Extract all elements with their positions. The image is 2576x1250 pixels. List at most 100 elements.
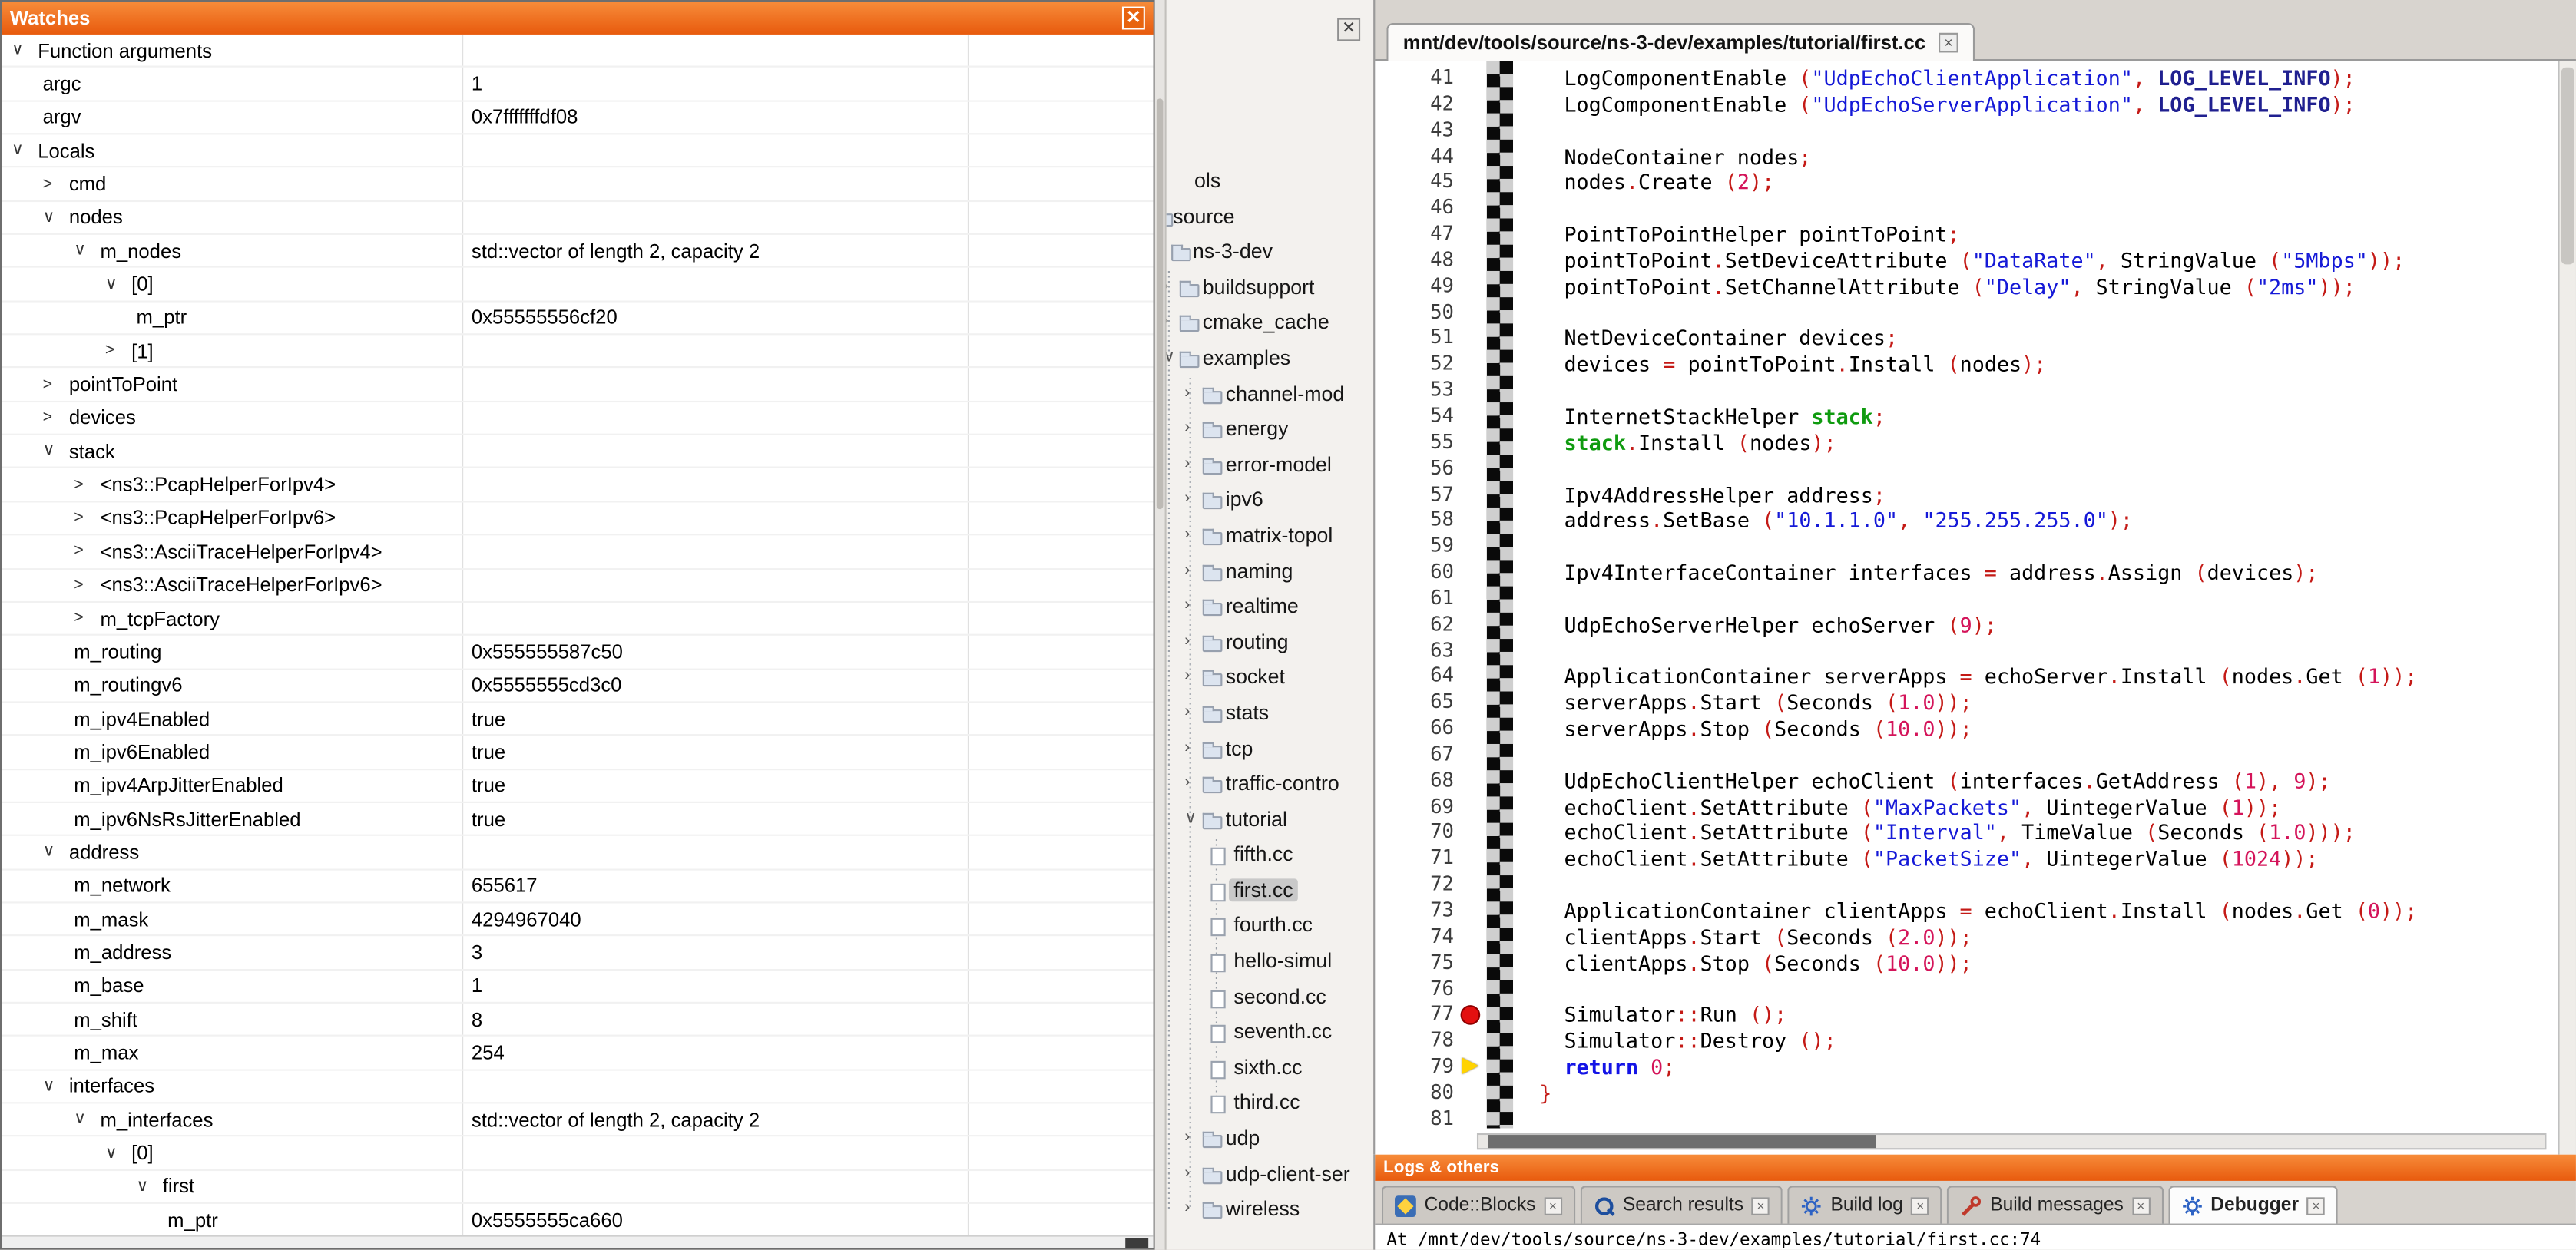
code-line[interactable]: 53 [1375, 378, 2559, 404]
tree-item-examples[interactable]: ∨examples [1167, 342, 1374, 377]
line-number[interactable]: 76 [1375, 977, 1454, 1003]
editor-tab-close-button[interactable]: × [1939, 33, 1958, 53]
tree-item-fifth-cc[interactable]: fifth.cc [1167, 838, 1374, 873]
watch-row[interactable]: ∨m_nodesstd::vector of length 2, capacit… [2, 235, 1153, 269]
chevron-right-icon[interactable]: › [1184, 490, 1190, 508]
chevron-right-icon[interactable]: > [74, 509, 100, 527]
code-line[interactable]: 81 [1375, 1106, 2559, 1133]
line-marker-margin[interactable] [1457, 716, 1485, 742]
watch-row[interactable]: ∨[0] [2, 1137, 1153, 1171]
line-marker-margin[interactable] [1457, 977, 1485, 1003]
line-number[interactable]: 69 [1375, 794, 1454, 820]
line-marker-margin[interactable] [1457, 170, 1485, 196]
tree-item-stats[interactable]: ›stats [1167, 696, 1374, 732]
watch-row[interactable]: m_ipv4ArpJitterEnabledtrue [2, 769, 1153, 803]
line-marker-margin[interactable] [1457, 430, 1485, 456]
code-line[interactable]: 62 UdpEchoServerHelper echoServer (9); [1375, 612, 2559, 638]
line-number[interactable]: 44 [1375, 144, 1454, 170]
watch-row[interactable]: ><ns3::PcapHelperForIpv6> [2, 502, 1153, 536]
editor-tab[interactable]: mnt/dev/tools/source/ns-3-dev/examples/t… [1386, 23, 1975, 61]
tree-item-ns-3-dev[interactable]: ns-3-dev [1167, 235, 1374, 270]
logs-tab-search-results[interactable]: Search results× [1580, 1186, 1783, 1223]
watch-row[interactable]: m_ipv4Enabledtrue [2, 703, 1153, 736]
line-marker-margin[interactable] [1457, 924, 1485, 951]
line-number[interactable]: 53 [1375, 378, 1454, 404]
code-line[interactable]: 63 [1375, 638, 2559, 664]
watch-row[interactable]: ∨first [2, 1170, 1153, 1204]
watch-row[interactable]: m_ipv6Enabledtrue [2, 736, 1153, 770]
line-marker-margin[interactable] [1457, 248, 1485, 274]
chevron-right-icon[interactable]: > [105, 342, 131, 360]
line-marker-margin[interactable] [1457, 612, 1485, 638]
tree-item-cmake-cache[interactable]: ›cmake_cache [1167, 306, 1374, 342]
code-line[interactable]: 50 [1375, 300, 2559, 326]
line-marker-margin[interactable] [1457, 872, 1485, 898]
chevron-right-icon[interactable]: > [74, 543, 100, 561]
chevron-right-icon[interactable]: › [1184, 384, 1190, 402]
code-line[interactable]: 76 [1375, 977, 2559, 1003]
line-number[interactable]: 47 [1375, 222, 1454, 248]
chevron-down-icon[interactable]: ∨ [12, 141, 38, 160]
editor-hscroll-thumb[interactable] [1488, 1135, 1876, 1148]
code-line[interactable]: 52 devices = pointToPoint.Install (nodes… [1375, 352, 2559, 378]
line-number[interactable]: 57 [1375, 482, 1454, 508]
watch-row[interactable]: m_ptr0x5555555ca660 [2, 1204, 1153, 1235]
line-number[interactable]: 42 [1375, 91, 1454, 117]
line-marker-margin[interactable] [1457, 560, 1485, 586]
chevron-right-icon[interactable]: › [1184, 703, 1190, 721]
watch-row[interactable]: >pointToPoint [2, 369, 1153, 402]
line-number[interactable]: 75 [1375, 951, 1454, 977]
code-line[interactable]: 55 stack.Install (nodes); [1375, 430, 2559, 456]
line-number[interactable]: 59 [1375, 534, 1454, 561]
line-number[interactable]: 54 [1375, 404, 1454, 430]
code-line[interactable]: 58 address.SetBase ("10.1.1.0", "255.255… [1375, 508, 2559, 534]
watch-row[interactable]: m_routing0x555555587c50 [2, 636, 1153, 670]
line-marker-margin[interactable] [1457, 664, 1485, 690]
editor-vscroll-thumb[interactable] [2561, 68, 2574, 265]
code-line[interactable]: 77 Simulator::Run (); [1375, 1003, 2559, 1029]
line-number[interactable]: 50 [1375, 300, 1454, 326]
chevron-right-icon[interactable]: › [1184, 667, 1190, 686]
code-line[interactable]: 66 serverApps.Stop (Seconds (10.0)); [1375, 716, 2559, 742]
line-number[interactable]: 52 [1375, 352, 1454, 378]
line-number[interactable]: 79 [1375, 1054, 1454, 1080]
code-line[interactable]: 46 [1375, 196, 2559, 222]
chevron-right-icon[interactable]: > [74, 576, 100, 594]
tree-item-matrix-topol[interactable]: ›matrix-topol [1167, 519, 1374, 554]
tree-item-source[interactable]: source [1167, 200, 1374, 235]
chevron-right-icon[interactable]: > [43, 409, 69, 428]
watch-row[interactable]: ∨m_interfacesstd::vector of length 2, ca… [2, 1103, 1153, 1137]
line-marker-margin[interactable] [1457, 1106, 1485, 1133]
projects-vscrollbar[interactable] [1155, 0, 1167, 1250]
line-marker-margin[interactable] [1457, 66, 1485, 92]
chevron-down-icon[interactable]: ∨ [12, 41, 38, 60]
line-marker-margin[interactable] [1457, 144, 1485, 170]
watch-row[interactable]: m_ipv6NsRsJitterEnabledtrue [2, 803, 1153, 837]
watch-row[interactable]: >[1] [2, 336, 1153, 369]
chevron-right-icon[interactable]: › [1184, 632, 1190, 650]
chevron-right-icon[interactable]: > [43, 175, 69, 193]
line-number[interactable]: 74 [1375, 924, 1454, 951]
watch-row[interactable]: ∨interfaces [2, 1070, 1153, 1104]
watch-row[interactable]: m_routingv60x5555555cd3c0 [2, 670, 1153, 703]
line-marker-margin[interactable] [1457, 1028, 1485, 1054]
code-line[interactable]: 44 NodeContainer nodes; [1375, 144, 2559, 170]
line-number[interactable]: 56 [1375, 456, 1454, 482]
line-marker-margin[interactable] [1457, 820, 1485, 846]
tree-item-energy[interactable]: ›energy [1167, 412, 1374, 448]
line-marker-margin[interactable] [1457, 508, 1485, 534]
code-line[interactable]: 74 clientApps.Start (Seconds (2.0)); [1375, 924, 2559, 951]
line-number[interactable]: 41 [1375, 66, 1454, 92]
line-marker-margin[interactable] [1457, 196, 1485, 222]
line-marker-margin[interactable] [1457, 404, 1485, 430]
watch-row[interactable]: ∨address [2, 836, 1153, 870]
tree-item-realtime[interactable]: ›realtime [1167, 590, 1374, 625]
line-marker-margin[interactable] [1457, 586, 1485, 612]
line-marker-margin[interactable] [1457, 742, 1485, 769]
line-number[interactable]: 62 [1375, 612, 1454, 638]
watch-row[interactable]: argv0x7fffffffdf08 [2, 101, 1153, 135]
chevron-down-icon[interactable]: ∨ [105, 275, 131, 293]
code-line[interactable]: 64 ApplicationContainer serverApps = ech… [1375, 664, 2559, 690]
line-number[interactable]: 78 [1375, 1028, 1454, 1054]
watch-row[interactable]: argc1 [2, 68, 1153, 101]
